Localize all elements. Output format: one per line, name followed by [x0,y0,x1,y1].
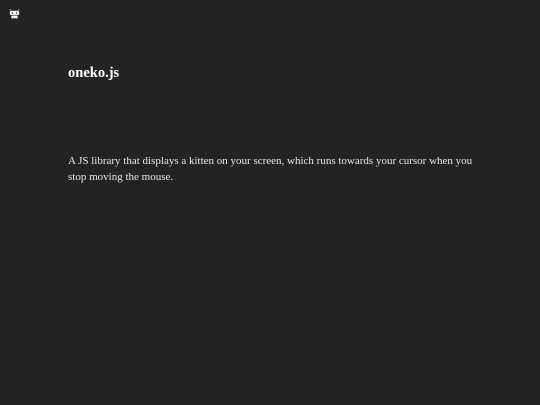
kitten-icon [8,7,21,20]
page-title: oneko.js [68,65,120,81]
main-content: oneko.js A JS library that displays a ki… [68,64,478,185]
page-description: A JS library that displays a kitten on y… [68,155,473,183]
